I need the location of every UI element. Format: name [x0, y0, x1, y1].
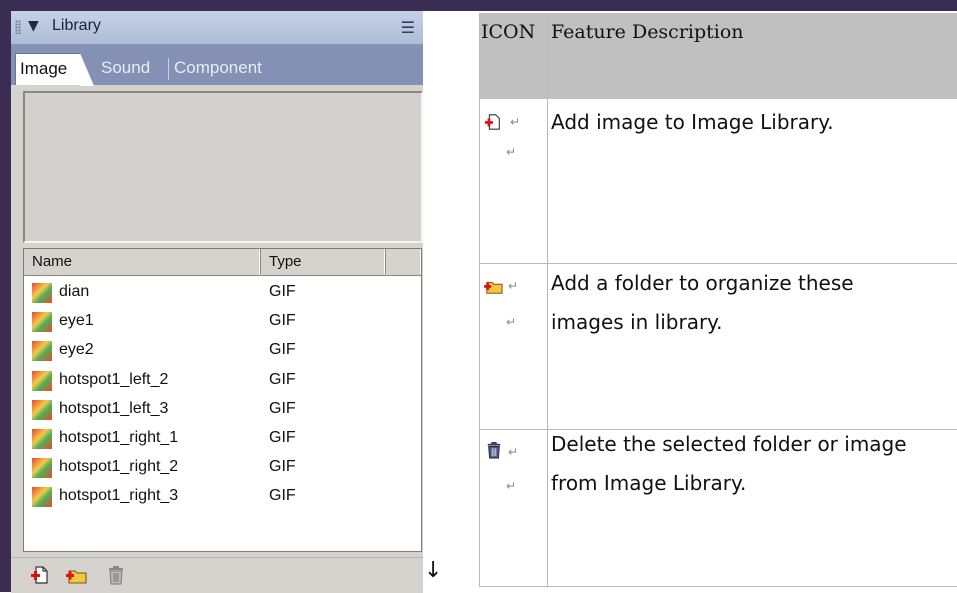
list-item[interactable]: hotspot1_left_2 GIF [24, 367, 421, 396]
table-column-divider [547, 13, 548, 587]
description-line: Add image to Image Library. [551, 110, 834, 134]
image-preview-area [23, 91, 423, 243]
tab-component[interactable]: Component [174, 53, 262, 85]
list-header: Name Type [24, 249, 421, 276]
add-image-icon [31, 566, 48, 584]
delete-icon [487, 442, 501, 459]
item-name: hotspot1_right_3 [59, 487, 179, 505]
library-title: Library [52, 17, 101, 34]
return-mark: ↵ [510, 115, 521, 129]
text-cursor-mark: ↓ [424, 558, 443, 583]
item-type: GIF [269, 399, 296, 417]
item-type: GIF [269, 283, 296, 300]
add-folder-icon [484, 281, 503, 294]
item-name: hotspot1_left_3 [59, 399, 169, 417]
item-name: eye2 [59, 341, 94, 359]
description-line: images in library. [551, 310, 723, 334]
gif-file-icon [32, 370, 52, 391]
add-folder-button[interactable] [65, 563, 89, 587]
item-name: eye1 [59, 312, 94, 330]
gif-file-icon [32, 341, 52, 362]
header-icon: ICON [481, 21, 536, 43]
list-item[interactable]: dian GIF [24, 279, 421, 308]
window-frame-left [0, 0, 11, 592]
feature-description: Delete the selected folder or image from… [551, 425, 951, 503]
column-header-name[interactable]: Name [24, 249, 261, 274]
column-header-empty [386, 249, 421, 274]
feature-row-icon: ↵ ↵ [484, 111, 524, 171]
panel-options-menu-icon[interactable]: ☰ [401, 18, 415, 37]
item-name: hotspot1_right_2 [59, 458, 179, 476]
add-image-icon [484, 114, 500, 130]
add-folder-icon [66, 570, 87, 584]
list-item[interactable]: hotspot1_right_1 GIF [24, 425, 421, 454]
table-border-bottom [479, 586, 957, 587]
gif-file-icon [32, 428, 52, 449]
library-list: Name Type dian GIF eye1 GIF eye2 GIF hot… [23, 248, 422, 552]
description-line: from Image Library. [551, 471, 747, 495]
tab-image[interactable]: Image [15, 53, 94, 86]
list-item[interactable]: hotspot1_right_3 GIF [24, 483, 421, 512]
item-type: GIF [269, 312, 296, 330]
header-description: Feature Description [551, 21, 744, 43]
feature-description: Add a folder to organize these images in… [551, 264, 951, 342]
list-item[interactable]: hotspot1_right_2 GIF [24, 454, 421, 483]
item-type: GIF [269, 428, 296, 446]
delete-button[interactable] [104, 563, 128, 587]
feature-table: ICON Feature Description ↵ ↵ Add image t… [479, 13, 957, 587]
description-line: Add a folder to organize these [551, 271, 854, 295]
library-toolbar [11, 557, 423, 593]
item-type: GIF [269, 370, 296, 388]
list-item[interactable]: hotspot1_left_3 GIF [24, 396, 421, 425]
list-item[interactable]: eye1 GIF [24, 308, 421, 337]
gif-file-icon [32, 458, 52, 479]
list-rows: dian GIF eye1 GIF eye2 GIF hotspot1_left… [24, 279, 421, 513]
drag-grip-icon[interactable] [15, 20, 21, 34]
return-mark: ↵ [508, 445, 519, 459]
delete-icon [109, 566, 123, 585]
item-name: dian [59, 283, 90, 300]
collapse-arrow-icon[interactable]: ▼ [28, 18, 39, 34]
list-item[interactable]: eye2 GIF [24, 337, 421, 366]
library-tabbar: Image Sound Component [11, 45, 423, 86]
tab-sound[interactable]: Sound [101, 53, 150, 85]
feature-row-icon: ↵ ↵ [484, 441, 524, 501]
library-panel: ▼ Library ☰ Image Sound Component Name T… [11, 11, 423, 593]
item-name: hotspot1_left_2 [59, 370, 169, 388]
gif-file-icon [32, 399, 52, 420]
window-frame-top [0, 0, 957, 11]
return-mark: ↵ [508, 279, 519, 293]
table-border-left [479, 13, 480, 587]
return-mark: ↵ [506, 315, 517, 329]
feature-row-icon: ↵ ↵ [484, 277, 524, 337]
item-type: GIF [269, 341, 296, 359]
description-line: Delete the selected folder or image [551, 432, 907, 456]
feature-table-header: ICON Feature Description [479, 13, 957, 99]
item-name: hotspot1_right_1 [59, 428, 179, 446]
gif-file-icon [32, 487, 52, 508]
return-mark: ↵ [506, 479, 517, 493]
item-type: GIF [269, 458, 296, 476]
feature-description: Add image to Image Library. [551, 103, 951, 142]
library-titlebar[interactable]: ▼ Library ☰ [11, 11, 423, 45]
return-mark: ↵ [506, 145, 517, 159]
gif-file-icon [32, 312, 52, 333]
tab-divider [168, 58, 169, 80]
column-header-type[interactable]: Type [261, 249, 386, 274]
add-image-button[interactable] [28, 563, 52, 587]
gif-file-icon [32, 283, 52, 303]
item-type: GIF [269, 487, 296, 505]
